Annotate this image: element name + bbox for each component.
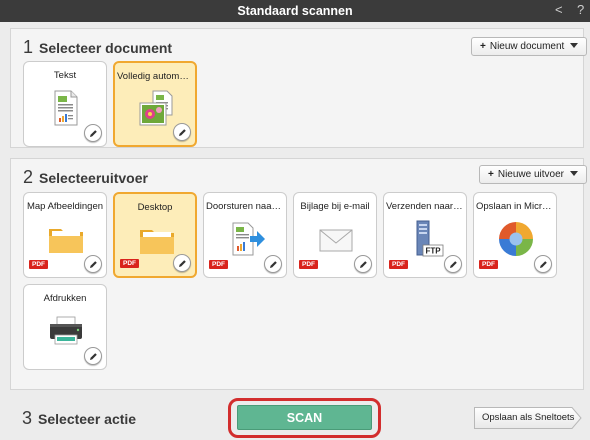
document-tile-volledig-automatisch[interactable]: Volledig automatis... bbox=[113, 61, 197, 147]
section-3-heading: 3 Selecteer actie bbox=[22, 408, 136, 429]
edit-pencil-icon[interactable] bbox=[84, 124, 102, 142]
tile-label: Opslaan in Micros... bbox=[476, 201, 554, 212]
help-icon[interactable]: ? bbox=[577, 2, 584, 17]
microsoft-app-icon bbox=[499, 222, 533, 256]
output-tile-doorsturen[interactable]: Doorsturen naar t... PDF bbox=[203, 192, 287, 278]
section-3-number: 3 bbox=[22, 408, 33, 428]
window-title: Standaard scannen bbox=[237, 4, 353, 18]
section-1-number: 1 bbox=[23, 37, 34, 57]
section-2-number: 2 bbox=[23, 167, 34, 187]
folder-icon bbox=[140, 230, 174, 254]
plus-icon: + bbox=[480, 41, 486, 52]
tile-label: Bijlage bij e-mail bbox=[300, 201, 370, 212]
chevron-down-icon bbox=[570, 43, 579, 48]
section-1-heading: 1 Selecteer document bbox=[23, 37, 172, 58]
photo-document-icon bbox=[139, 90, 173, 126]
section-2-title: Selecteeruitvoer bbox=[39, 170, 148, 186]
folder-icon bbox=[49, 229, 83, 253]
output-tile-microsoft[interactable]: Opslaan in Micros... PDF bbox=[473, 192, 557, 278]
tile-label: Afdrukken bbox=[43, 293, 87, 304]
save-as-shortcut-label: Opslaan als Sneltoets bbox=[482, 412, 575, 423]
output-tile-email[interactable]: Bijlage bij e-mail PDF bbox=[293, 192, 377, 278]
new-output-label: Nieuwe uitvoer bbox=[497, 169, 564, 180]
chevron-down-icon bbox=[570, 171, 578, 176]
plus-icon: + bbox=[488, 169, 494, 180]
edit-pencil-icon[interactable] bbox=[444, 255, 462, 273]
output-tile-desktop[interactable]: Desktop PDF bbox=[113, 192, 197, 278]
edit-pencil-icon[interactable] bbox=[534, 255, 552, 273]
tile-label: Verzenden naar FT... bbox=[386, 201, 464, 212]
edit-pencil-icon[interactable] bbox=[354, 255, 372, 273]
save-as-shortcut-button[interactable]: Opslaan als Sneltoets bbox=[474, 407, 582, 429]
new-document-label: Nieuw document bbox=[489, 41, 565, 52]
document-tile-tekst[interactable]: Tekst bbox=[23, 61, 107, 147]
select-output-section: 2 Selecteeruitvoer + Nieuwe uitvoer Map Af… bbox=[10, 158, 587, 390]
tile-label: Tekst bbox=[53, 70, 77, 81]
output-tile-ftp[interactable]: Verzenden naar FT... FTP PDF bbox=[383, 192, 467, 278]
pdf-badge: PDF bbox=[299, 260, 318, 269]
printer-icon bbox=[50, 316, 82, 345]
tile-label: Volledig automatis... bbox=[117, 71, 193, 82]
text-document-icon bbox=[54, 90, 78, 126]
pdf-badge: PDF bbox=[29, 260, 48, 269]
new-output-button[interactable]: + Nieuwe uitvoer bbox=[479, 165, 587, 184]
scan-button[interactable]: SCAN bbox=[237, 405, 372, 430]
edit-pencil-icon[interactable] bbox=[84, 255, 102, 273]
pdf-badge: PDF bbox=[120, 259, 139, 268]
edit-pencil-icon[interactable] bbox=[84, 347, 102, 365]
back-icon[interactable]: < bbox=[555, 2, 563, 17]
section-1-title: Selecteer document bbox=[39, 40, 173, 56]
output-tile-map-afbeeldingen[interactable]: Map Afbeeldingen PDF bbox=[23, 192, 107, 278]
select-document-section: 1 Selecteer document + Nieuw document Teks… bbox=[10, 28, 588, 148]
new-document-button[interactable]: + Nieuw document bbox=[471, 37, 588, 56]
section-3-title: Selecteer actie bbox=[38, 411, 137, 427]
output-tile-afdrukken[interactable]: Afdrukken bbox=[23, 284, 107, 370]
tile-label: Desktop bbox=[137, 202, 173, 213]
title-bar: Standaard scannen < ? bbox=[0, 0, 590, 22]
edit-pencil-icon[interactable] bbox=[173, 123, 191, 141]
edit-pencil-icon[interactable] bbox=[264, 255, 282, 273]
tile-label: Map Afbeeldingen bbox=[26, 201, 104, 212]
pdf-badge: PDF bbox=[389, 260, 408, 269]
forward-document-icon bbox=[232, 222, 265, 256]
edit-pencil-icon[interactable] bbox=[173, 254, 191, 272]
envelope-icon bbox=[319, 229, 353, 252]
section-2-heading: 2 Selecteeruitvoer bbox=[23, 167, 148, 188]
pdf-badge: PDF bbox=[209, 260, 228, 269]
svg-text:FTP: FTP bbox=[425, 247, 441, 256]
ftp-server-icon: FTP bbox=[416, 220, 444, 257]
tile-label: Doorsturen naar t... bbox=[206, 201, 284, 212]
pdf-badge: PDF bbox=[479, 260, 498, 269]
